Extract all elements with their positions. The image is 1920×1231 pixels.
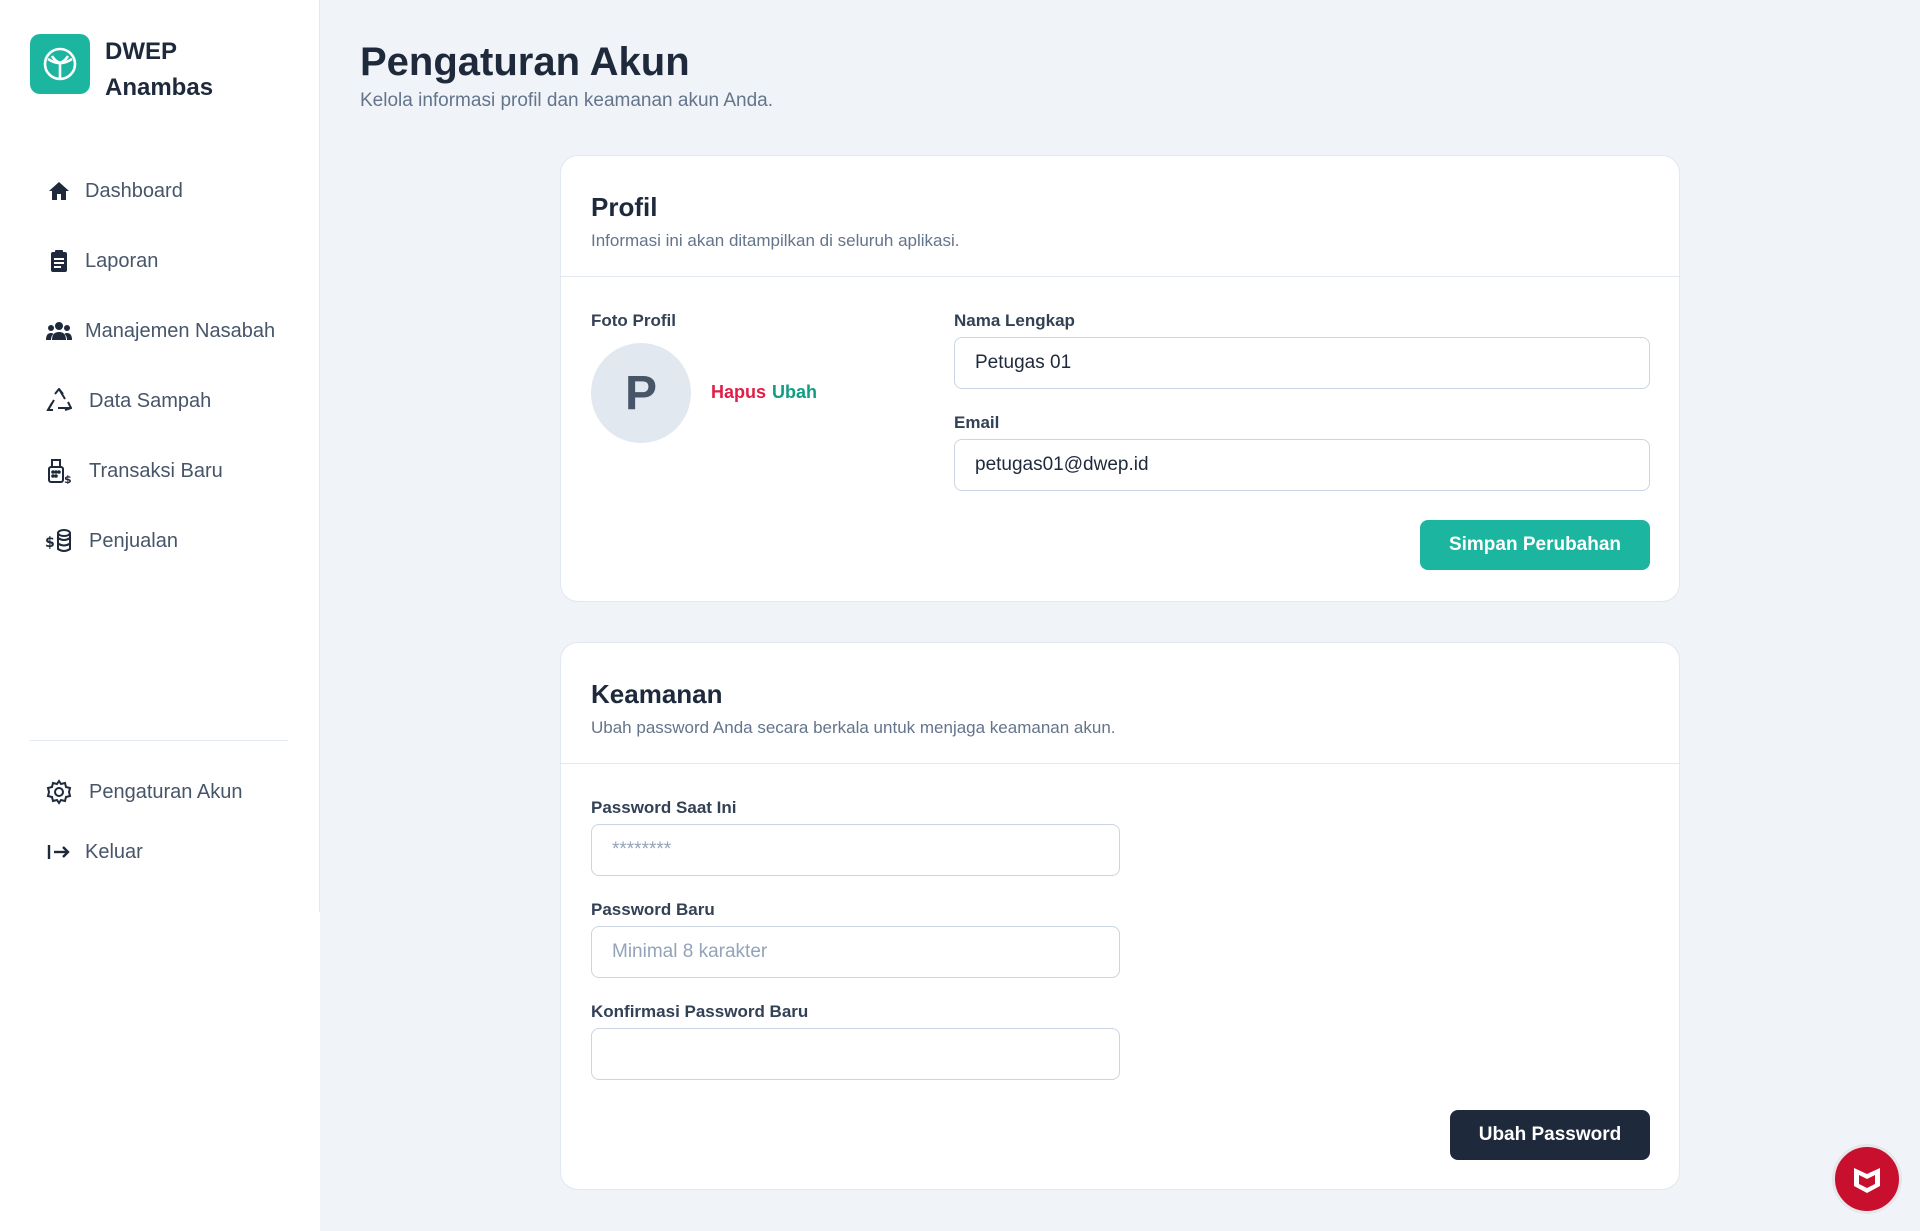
- current-password-input[interactable]: [591, 824, 1120, 876]
- photo-label: Foto Profil: [591, 311, 676, 330]
- sidebar-lower-panel: [0, 912, 320, 1231]
- security-card-description: Ubah password Anda secara berkala untuk …: [591, 718, 1116, 737]
- new-password-label: Password Baru: [591, 900, 715, 919]
- sidebar-item-label: Keluar: [85, 840, 143, 863]
- logout-icon: [45, 838, 73, 866]
- brand[interactable]: DWEP Anambas: [30, 34, 245, 106]
- mcafee-shield-icon[interactable]: [1832, 1144, 1902, 1214]
- sidebar-item-manajemen-nasabah[interactable]: Manajemen Nasabah: [30, 296, 290, 366]
- sidebar-item-laporan[interactable]: Laporan: [30, 226, 290, 296]
- sidebar-nav: Dashboard Laporan Manajemen Nasabah Data…: [30, 156, 290, 576]
- current-password-label: Password Saat Ini: [591, 798, 737, 817]
- coins-icon: $: [45, 527, 73, 555]
- page-title: Pengaturan Akun: [360, 40, 690, 84]
- sidebar-item-label: Manajemen Nasabah: [85, 319, 276, 342]
- email-label: Email: [954, 413, 1000, 432]
- users-icon: [45, 317, 73, 345]
- sidebar-item-label: Data Sampah: [89, 389, 212, 412]
- sidebar-item-data-sampah[interactable]: Data Sampah: [30, 366, 290, 436]
- sidebar-item-label: Transaksi Baru: [89, 459, 223, 482]
- page-subtitle: Kelola informasi profil dan keamanan aku…: [360, 90, 773, 111]
- save-changes-button[interactable]: Simpan Perubahan: [1420, 520, 1650, 570]
- brand-name: DWEP Anambas: [105, 34, 245, 106]
- gear-icon: [45, 778, 73, 806]
- security-card-title: Keamanan: [591, 679, 723, 709]
- sidebar-item-keluar[interactable]: Keluar: [30, 822, 290, 882]
- security-card-header: Keamanan Ubah password Anda secara berka…: [561, 643, 1679, 764]
- avatar-initial: P: [624, 366, 657, 420]
- clipboard-icon: [45, 247, 73, 275]
- sidebar-item-pengaturan-akun[interactable]: Pengaturan Akun: [30, 762, 290, 822]
- sidebar-divider: [30, 740, 288, 741]
- email-input[interactable]: [954, 439, 1650, 491]
- change-photo-link[interactable]: Ubah: [772, 382, 817, 403]
- new-password-input[interactable]: [591, 926, 1120, 978]
- svg-text:$: $: [64, 473, 72, 484]
- remove-photo-link[interactable]: Hapus: [711, 382, 766, 403]
- change-password-button[interactable]: Ubah Password: [1450, 1110, 1650, 1160]
- brand-line2: Anambas: [105, 74, 214, 101]
- profile-card-description: Informasi ini akan ditampilkan di seluru…: [591, 231, 960, 250]
- full-name-input[interactable]: [954, 337, 1650, 389]
- sidebar: DWEP Anambas Dashboard Laporan Manajemen…: [0, 0, 320, 912]
- brand-logo-icon: [30, 34, 90, 94]
- svg-text:$: $: [45, 535, 55, 551]
- sidebar-item-transaksi-baru[interactable]: $ Transaksi Baru: [30, 436, 290, 506]
- confirm-password-label: Konfirmasi Password Baru: [591, 1002, 809, 1021]
- sidebar-item-penjualan[interactable]: $ Penjualan: [30, 506, 290, 576]
- sidebar-item-label: Dashboard: [85, 179, 183, 202]
- security-card: Keamanan Ubah password Anda secara berka…: [560, 642, 1680, 1190]
- avatar[interactable]: P: [591, 343, 691, 443]
- sidebar-item-dashboard[interactable]: Dashboard: [30, 156, 290, 226]
- profile-card: Profil Informasi ini akan ditampilkan di…: [560, 155, 1680, 602]
- profile-card-header: Profil Informasi ini akan ditampilkan di…: [561, 156, 1679, 277]
- sidebar-bottom-nav: Pengaturan Akun Keluar: [30, 762, 290, 882]
- sidebar-item-label: Laporan: [85, 249, 159, 272]
- sidebar-item-label: Pengaturan Akun: [89, 780, 243, 803]
- confirm-password-input[interactable]: [591, 1028, 1120, 1080]
- brand-line1: DWEP: [105, 38, 177, 65]
- full-name-label: Nama Lengkap: [954, 311, 1075, 330]
- sidebar-item-label: Penjualan: [89, 529, 178, 552]
- register-icon: $: [45, 457, 73, 485]
- recycle-icon: [45, 387, 73, 415]
- home-icon: [45, 177, 73, 205]
- profile-card-title: Profil: [591, 192, 658, 222]
